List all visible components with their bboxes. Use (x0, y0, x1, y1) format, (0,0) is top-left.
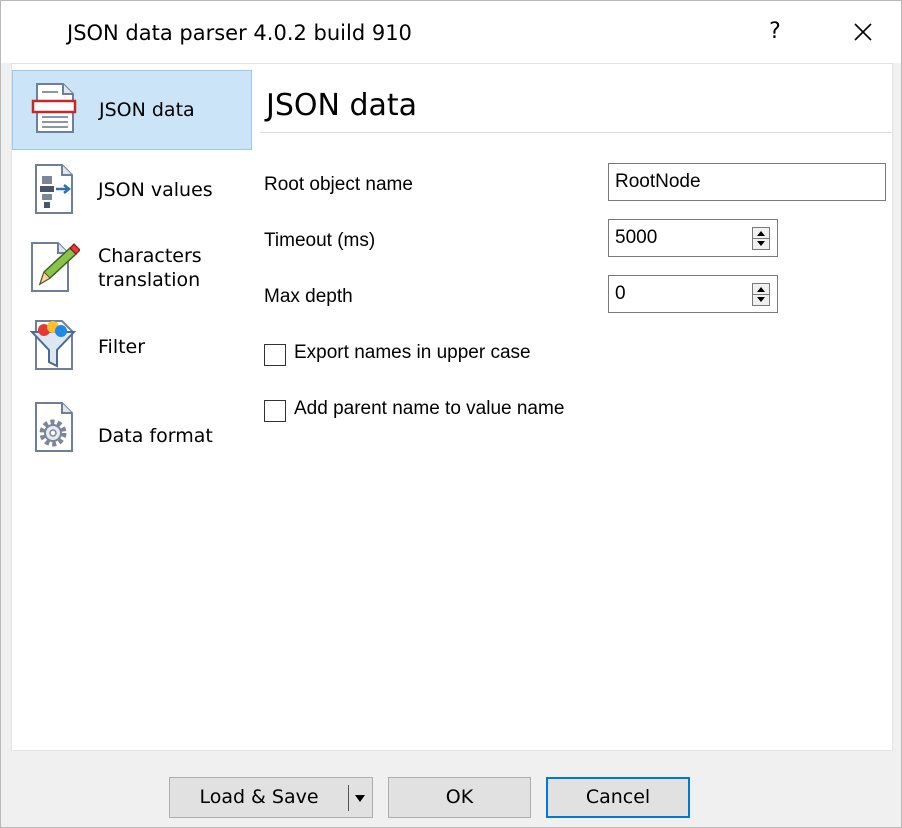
close-button[interactable] (846, 15, 880, 49)
max-depth-spin-buttons[interactable] (752, 283, 770, 306)
sidebar: JSON data JSON values Characters transla… (12, 64, 252, 750)
spin-up-icon (757, 231, 765, 236)
root-object-name-label: Root object name (264, 174, 413, 195)
export-upper-case-label: Export names in upper case (294, 342, 531, 363)
content-area: JSON data JSON values Characters transla… (11, 63, 893, 751)
max-depth-value: 0 (615, 283, 626, 304)
sidebar-item-characters-translation[interactable]: Characters translation (12, 232, 250, 314)
help-button[interactable]: ? (758, 15, 792, 49)
page-title: JSON data (266, 88, 418, 123)
pencil-icon (31, 242, 80, 292)
sidebar-item-data-format[interactable]: Data format (12, 394, 250, 470)
timeout-label: Timeout (ms) (264, 230, 376, 251)
sidebar-item-json-data[interactable]: JSON data (12, 70, 252, 150)
spin-up-icon (757, 287, 765, 292)
timeout-stepper[interactable]: 5000 (608, 219, 778, 257)
dialog-window: JSON data parser 4.0.2 build 910 ? JSON … (0, 0, 902, 828)
sidebar-item-label: JSON values (98, 179, 213, 201)
root-object-name-input[interactable]: RootNode (608, 163, 886, 201)
chevron-down-icon[interactable] (355, 795, 365, 802)
sidebar-item-filter[interactable]: Filter (12, 316, 250, 382)
timeout-value: 5000 (615, 227, 658, 248)
sidebar-item-json-values[interactable]: JSON values (12, 156, 250, 228)
sidebar-item-label: Filter (98, 336, 146, 358)
title-bar: JSON data parser 4.0.2 build 910 ? (1, 1, 901, 63)
max-depth-label: Max depth (264, 286, 353, 307)
window-title: JSON data parser 4.0.2 build 910 (67, 21, 412, 45)
sidebar-item-label: JSON data (99, 99, 195, 121)
load-save-button[interactable]: Load & Save (169, 777, 373, 818)
spin-down-icon (757, 241, 765, 246)
funnel-icon (29, 320, 77, 370)
title-divider (260, 132, 892, 133)
split-separator (348, 785, 349, 811)
values-icon (35, 164, 73, 214)
timeout-spin-buttons[interactable] (752, 227, 770, 250)
sidebar-item-label: Data format (98, 425, 213, 447)
cancel-button[interactable]: Cancel (546, 777, 690, 818)
gear-icon (35, 402, 73, 452)
add-parent-name-checkbox[interactable] (264, 400, 286, 422)
export-upper-case-checkbox[interactable] (264, 344, 286, 366)
max-depth-stepper[interactable]: 0 (608, 275, 778, 313)
close-icon (854, 23, 872, 41)
spin-down-icon (757, 297, 765, 302)
load-save-label: Load & Save (199, 786, 319, 808)
add-parent-name-label: Add parent name to value name (294, 398, 565, 419)
document-icon (31, 83, 77, 133)
ok-button[interactable]: OK (388, 777, 531, 818)
sidebar-item-label: Characters translation (98, 245, 202, 291)
